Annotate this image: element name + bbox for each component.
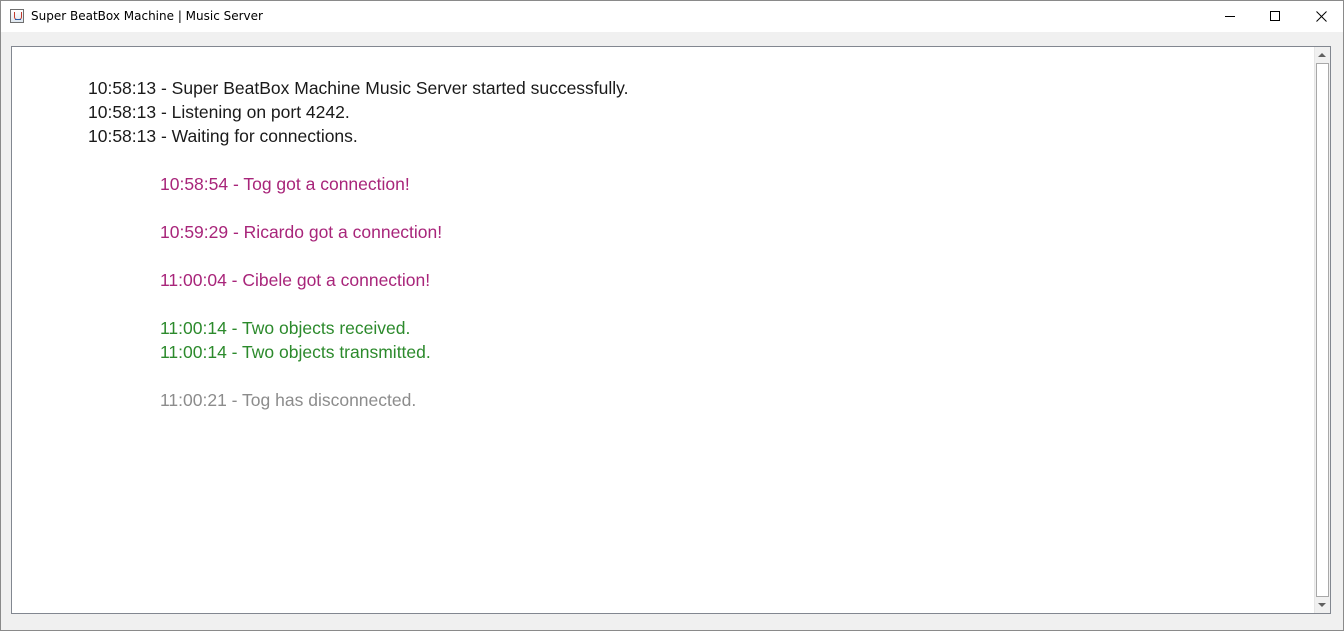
log-line: 10:58:13 - Waiting for connections. xyxy=(88,126,358,146)
maximize-icon xyxy=(1270,11,1280,21)
close-icon xyxy=(1316,11,1327,22)
log-line: 11:00:14 - Two objects received. xyxy=(160,318,411,338)
scroll-down-arrow-icon[interactable] xyxy=(1315,597,1330,613)
log-line: 10:58:13 - Listening on port 4242. xyxy=(88,102,350,122)
maximize-button[interactable] xyxy=(1253,1,1299,32)
window-title: Super BeatBox Machine | Music Server xyxy=(31,9,263,23)
log-line: 10:59:29 - Ricardo got a connection! xyxy=(160,222,443,242)
scroll-thumb[interactable] xyxy=(1316,63,1329,597)
log-line: 11:00:04 - Cibele got a connection! xyxy=(160,270,431,290)
title-bar[interactable]: Super BeatBox Machine | Music Server xyxy=(1,1,1343,32)
app-window: Super BeatBox Machine | Music Server 10:… xyxy=(0,0,1344,631)
log-panel[interactable]: 10:58:13 - Super BeatBox Machine Music S… xyxy=(11,46,1331,614)
minimize-icon xyxy=(1225,16,1235,17)
minimize-button[interactable] xyxy=(1207,1,1253,32)
vertical-scrollbar[interactable] xyxy=(1314,47,1330,613)
log-line: 10:58:13 - Super BeatBox Machine Music S… xyxy=(88,78,629,98)
log-line: 10:58:54 - Tog got a connection! xyxy=(160,174,410,194)
server-log[interactable]: 10:58:13 - Super BeatBox Machine Music S… xyxy=(12,47,1316,613)
log-line: 11:00:21 - Tog has disconnected. xyxy=(160,390,417,410)
java-app-icon xyxy=(10,9,24,23)
close-button[interactable] xyxy=(1299,1,1344,32)
log-line: 11:00:14 - Two objects transmitted. xyxy=(160,342,431,362)
scroll-up-arrow-icon[interactable] xyxy=(1315,47,1330,63)
